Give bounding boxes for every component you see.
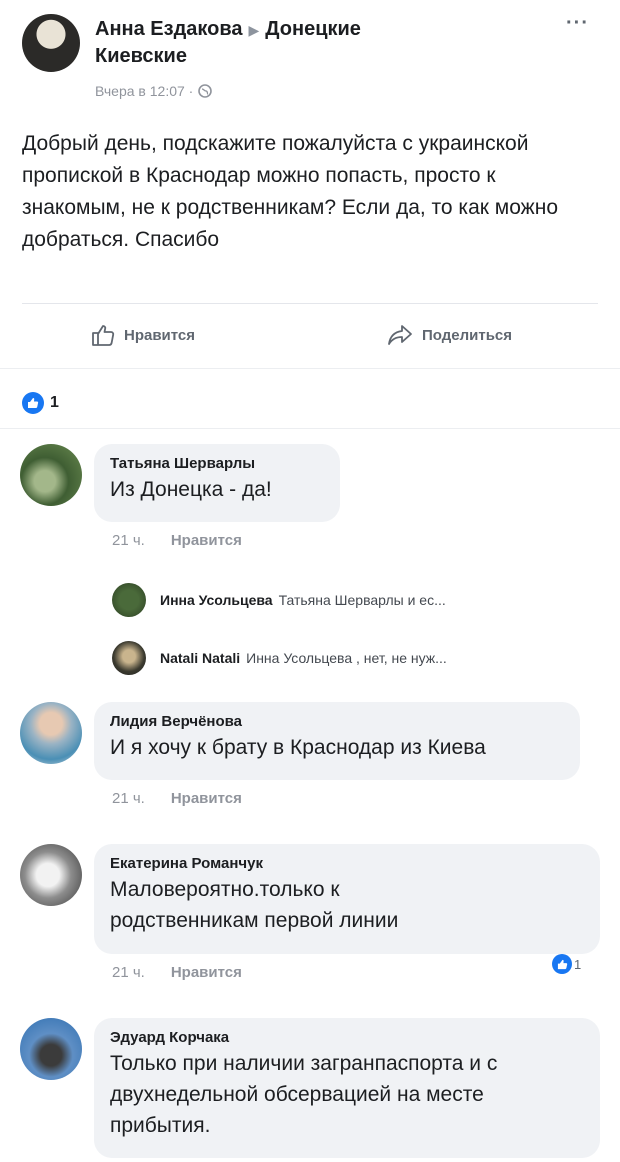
comment-like-link[interactable]: Нравится — [171, 964, 242, 981]
post-header-title: Анна Ездакова ▶ Донецкие Киевские — [95, 16, 515, 69]
group-name[interactable]: Донецкие — [265, 18, 361, 40]
comment-bubble: Екатерина Романчук Маловероятно.только к… — [94, 844, 600, 954]
reaction-count: 1 — [50, 394, 59, 411]
reply-author: Инна Усольцева — [160, 592, 273, 608]
comment-meta: 21 ч. Нравится — [112, 532, 242, 549]
comment-text: Только при наличии загранпаспорта и с дв… — [110, 1052, 498, 1137]
reaction-summary[interactable]: 1 — [22, 392, 59, 414]
comment-like-link[interactable]: Нравится — [171, 532, 242, 549]
comment-time[interactable]: 21 ч. — [112, 790, 145, 807]
like-button[interactable]: Нравится — [90, 322, 195, 348]
commenter-avatar[interactable] — [20, 444, 82, 506]
comment-author[interactable]: Лидия Верчёнова — [110, 712, 564, 732]
comment-bubble: Татьяна Шерварлы Из Донецка - да! — [94, 444, 340, 522]
like-reaction-icon — [22, 392, 44, 414]
comment-time[interactable]: 21 ч. — [112, 532, 145, 549]
arrow-right-icon: ▶ — [248, 22, 260, 38]
commenter-avatar[interactable] — [20, 702, 82, 764]
like-reaction-icon — [552, 954, 572, 974]
group-name-second-line[interactable]: Киевские — [95, 45, 187, 67]
comment-text: И я хочу к брату в Краснодар из Киева — [110, 736, 486, 759]
share-label: Поделиться — [422, 326, 513, 344]
reply-text: Татьяна Шерварлы и ес... — [278, 592, 446, 608]
share-button[interactable]: Поделиться — [386, 322, 512, 348]
globe-icon — [198, 84, 213, 98]
comment-author[interactable]: Татьяна Шерварлы — [110, 454, 324, 474]
commenter-avatar[interactable] — [20, 1018, 82, 1080]
post-divider-bottom — [0, 368, 620, 369]
post-author-name[interactable]: Анна Ездакова — [95, 18, 243, 40]
thumbs-up-icon — [92, 325, 115, 346]
reply-preview[interactable]: Инна Усольцева Татьяна Шерварлы и ес... — [112, 582, 592, 618]
post-divider-top — [22, 303, 598, 304]
like-label: Нравится — [124, 326, 196, 344]
post-author-avatar[interactable] — [22, 14, 80, 72]
post-meta: Вчера в 12:07 · — [95, 83, 213, 99]
reply-author: Natali Natali — [160, 650, 241, 666]
reply-avatar — [112, 641, 146, 675]
comment-like-link[interactable]: Нравится — [171, 790, 242, 807]
more-options-button[interactable]: ··· — [566, 12, 589, 35]
post-time[interactable]: Вчера в 12:07 · — [95, 83, 193, 99]
reply-avatar — [112, 583, 146, 617]
reply-preview[interactable]: Natali Natali Инна Усольцева , нет, не ну… — [112, 640, 592, 676]
comment-time[interactable]: 21 ч. — [112, 964, 145, 981]
reply-text: Инна Усольцева , нет, не нуж... — [246, 650, 447, 666]
comment-text: Из Донецка - да! — [110, 478, 272, 501]
comment-author[interactable]: Эдуард Корчака — [110, 1028, 584, 1048]
share-arrow-icon — [388, 325, 412, 345]
comment-bubble: Эдуард Корчака Только при наличии загран… — [94, 1018, 600, 1158]
reactions-divider — [0, 428, 620, 429]
comment-meta: 21 ч. Нравится — [112, 964, 242, 981]
commenter-avatar[interactable] — [20, 844, 82, 906]
comment-reaction-count: 1 — [574, 956, 582, 972]
comment-reactions[interactable]: 1 — [552, 954, 581, 974]
comment-meta: 21 ч. Нравится — [112, 790, 242, 807]
comment-bubble: Лидия Верчёнова И я хочу к брату в Красн… — [94, 702, 580, 780]
comment-text: Маловероятно.только к родственникам перв… — [110, 878, 399, 932]
post-text: Добрый день, подскажите пожалуйста с укр… — [22, 132, 558, 251]
comment-author[interactable]: Екатерина Романчук — [110, 854, 584, 874]
